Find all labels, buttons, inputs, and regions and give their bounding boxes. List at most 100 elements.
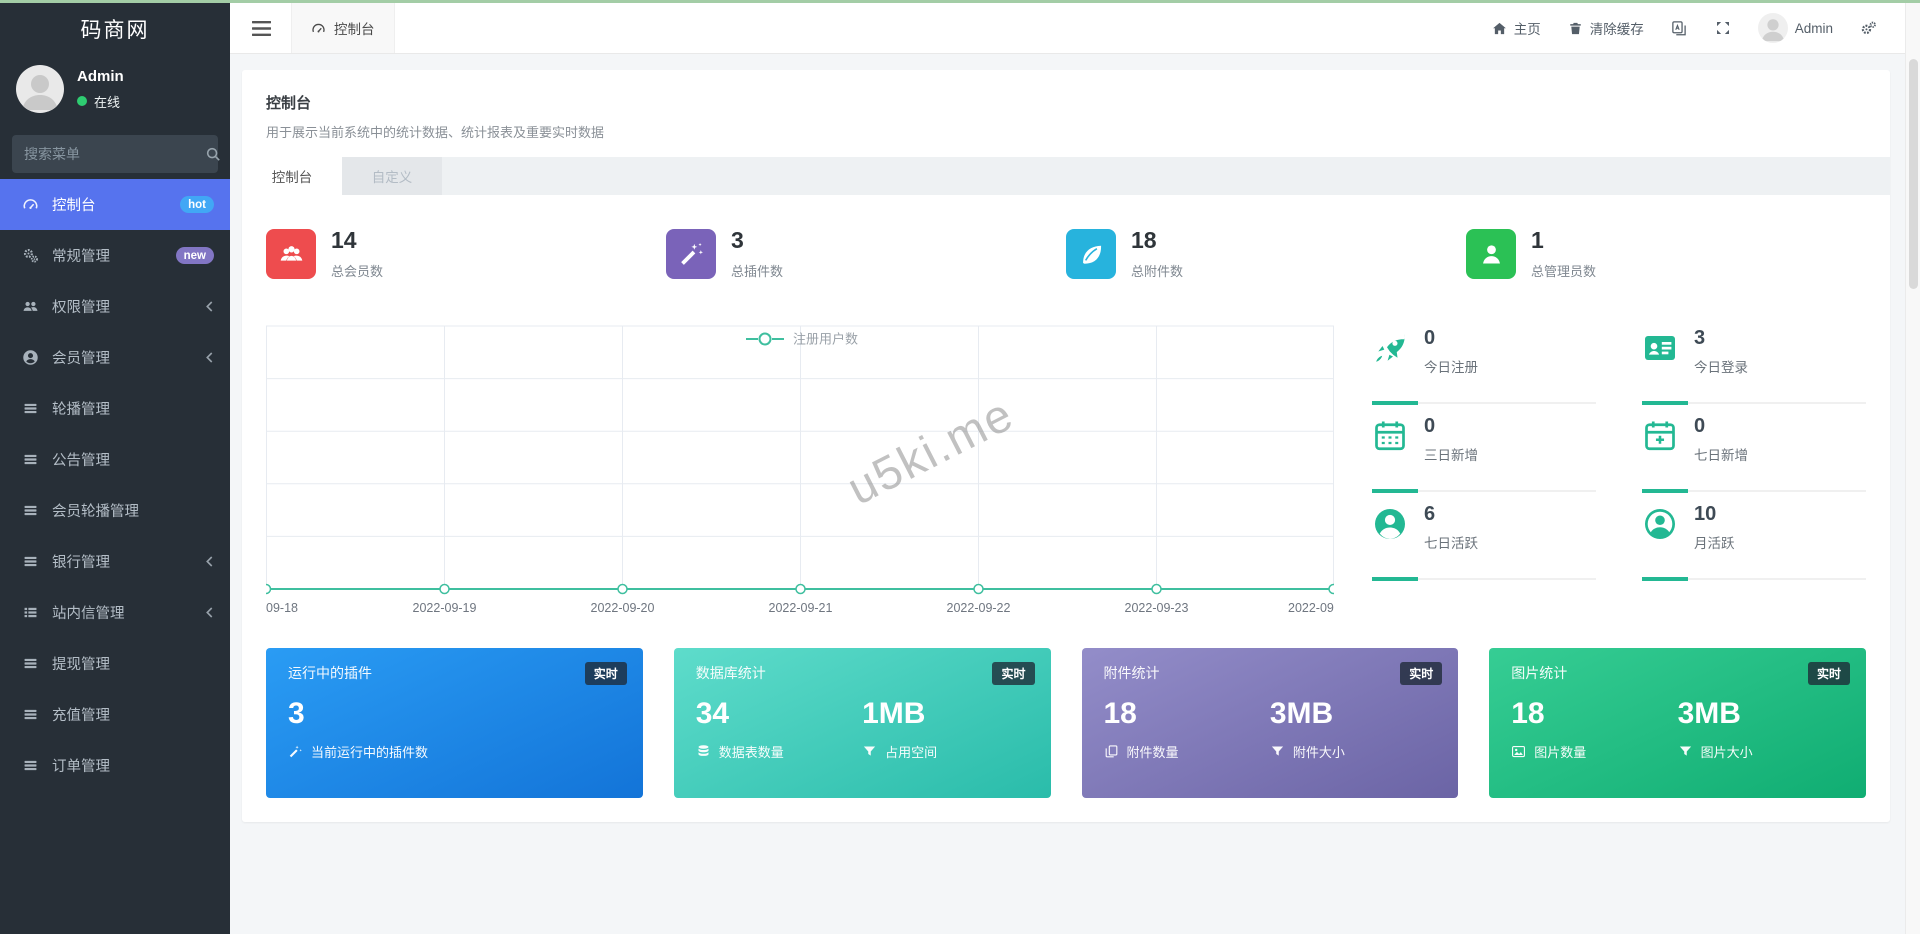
- clear-cache-button[interactable]: 清除缓存: [1568, 18, 1644, 38]
- scrollbar-track[interactable]: [1905, 3, 1920, 934]
- sidebar-user-name: Admin: [77, 67, 124, 85]
- group-icon: [266, 229, 316, 279]
- metric-label: 当前运行中的插件数: [311, 745, 429, 760]
- card-image-stats[interactable]: 图片统计 实时 18 图片数量 3MB 图片大小: [1489, 648, 1866, 798]
- topbar: 控制台 主页 清除缓存 Admin: [230, 3, 1905, 54]
- user-status-label: 在线: [94, 94, 121, 110]
- translate-icon[interactable]: [1671, 20, 1688, 37]
- sidebar-item-banks[interactable]: 银行管理: [0, 536, 230, 587]
- metric-label: 图片大小: [1700, 745, 1753, 760]
- svg-text:2022-09-23: 2022-09-23: [1125, 601, 1189, 615]
- sidebar-item-orders[interactable]: 订单管理: [0, 740, 230, 791]
- metric-value: 1MB: [862, 697, 926, 730]
- sidebar-item-dashboard[interactable]: 控制台 hot: [0, 179, 230, 230]
- topbar-actions: 主页 清除缓存 Admin: [1492, 13, 1905, 43]
- realtime-badge: 实时: [992, 662, 1035, 685]
- sidebar-item-label: 订单管理: [52, 759, 110, 775]
- sidebar-item-recharge[interactable]: 充值管理: [0, 689, 230, 740]
- sidebar-item-label: 提现管理: [52, 657, 110, 673]
- sidebar-item-withdrawals[interactable]: 提现管理: [0, 638, 230, 689]
- scrollbar-thumb[interactable]: [1909, 59, 1918, 289]
- person-icon: [1466, 229, 1516, 279]
- sidebar: 码商网 Admin 在线 控制台 hot 常规管理 new 权限: [0, 3, 230, 934]
- leaf-icon: [1066, 229, 1116, 279]
- quickstat-value: 3: [1694, 327, 1706, 349]
- sidebar-item-label: 公告管理: [52, 453, 110, 469]
- chevron-left-icon: [206, 556, 213, 567]
- stat-label: 总插件数: [731, 263, 784, 279]
- sidebar-user-panel: Admin 在线: [0, 55, 230, 121]
- stats-row: 14 总会员数 3 总插件数 18 总附件数 1 总管理员数: [266, 221, 1866, 287]
- quickstat-value: 6: [1424, 503, 1436, 525]
- sidebar-menu: 控制台 hot 常规管理 new 权限管理 会员管理 轮播管理 公告管理 会员轮…: [0, 179, 230, 791]
- quick-stats-grid: 0 今日注册 3 今日登录 0 三日新增 0 七日新增 6 七日活跃 10 月活…: [1372, 325, 1866, 622]
- filter-icon: [1679, 746, 1691, 756]
- search-icon[interactable]: [205, 146, 221, 162]
- tab-dashboard[interactable]: 控制台: [242, 157, 342, 195]
- topbar-user[interactable]: Admin: [1757, 13, 1833, 43]
- hamburger-menu-icon[interactable]: [252, 20, 271, 36]
- sidebar-item-label: 轮播管理: [52, 402, 110, 418]
- stat-total-plugins: 3 总插件数: [666, 228, 1066, 280]
- bars-icon: [24, 556, 37, 567]
- card-metric: 3MB 图片大小: [1678, 697, 1844, 761]
- sidebar-item-site-messages[interactable]: 站内信管理: [0, 587, 230, 638]
- search-input[interactable]: [24, 146, 205, 162]
- page-subtitle: 用于展示当前系统中的统计数据、统计报表及重要实时数据: [266, 125, 605, 140]
- realtime-badge: 实时: [1807, 662, 1850, 685]
- quickstat-value: 10: [1694, 503, 1717, 525]
- top-accent-bar: [0, 0, 1920, 3]
- metric-value: 3: [288, 697, 305, 730]
- metric-label: 数据表数量: [718, 745, 784, 760]
- settings-gears-icon[interactable]: [1860, 20, 1877, 37]
- user-circle-icon: [23, 350, 38, 365]
- quickstat-3day-new: 0 三日新增: [1372, 413, 1596, 501]
- topbar-tab-dashboard[interactable]: 控制台: [291, 3, 395, 53]
- sidebar-item-permissions[interactable]: 权限管理: [0, 281, 230, 332]
- sidebar-item-announcements[interactable]: 公告管理: [0, 434, 230, 485]
- quickstat-value: 0: [1694, 415, 1706, 437]
- line-chart: 注册用户数 09-18 2022-09-19 2022-09-20 2022-0…: [260, 325, 1339, 615]
- sidebar-item-general[interactable]: 常规管理 new: [0, 230, 230, 281]
- chart-legend[interactable]: 注册用户数: [746, 332, 858, 347]
- quickstat-value: 0: [1424, 415, 1436, 437]
- card-title: 数据库统计: [695, 665, 766, 681]
- sidebar-item-member-carousel[interactable]: 会员轮播管理: [0, 485, 230, 536]
- dashboard-panel: 控制台 用于展示当前系统中的统计数据、统计报表及重要实时数据 控制台 自定义 1…: [242, 70, 1890, 822]
- stat-value: 14: [331, 226, 357, 253]
- card-attachment-stats[interactable]: 附件统计 实时 18 附件数量 3MB 附件大小: [1081, 648, 1459, 798]
- svg-text:09-18: 09-18: [266, 601, 298, 615]
- chevron-left-icon: [206, 352, 213, 363]
- calendar-plus-icon: [1642, 418, 1678, 454]
- panel-header: 控制台 用于展示当前系统中的统计数据、统计报表及重要实时数据: [242, 70, 1890, 141]
- user-silhouette-icon: [22, 75, 58, 110]
- sidebar-item-carousel[interactable]: 轮播管理: [0, 383, 230, 434]
- card-running-plugins[interactable]: 运行中的插件 实时 3 当前运行中的插件数: [266, 648, 643, 798]
- metric-label: 附件数量: [1126, 745, 1179, 760]
- card-database-stats[interactable]: 数据库统计 实时 34 数据表数量 1MB 占用空间: [673, 648, 1051, 798]
- stat-value: 1: [1531, 226, 1544, 253]
- sidebar-item-members[interactable]: 会员管理: [0, 332, 230, 383]
- card-metric: 18 附件数量: [1104, 697, 1270, 761]
- divider: [1372, 577, 1596, 581]
- stat-label: 总附件数: [1131, 263, 1184, 279]
- home-icon: [1492, 22, 1506, 34]
- new-badge: new: [175, 247, 214, 264]
- home-link[interactable]: 主页: [1492, 18, 1541, 38]
- summary-cards: 运行中的插件 实时 3 当前运行中的插件数 数据库统计 实时 34 数据表数量 …: [266, 648, 1866, 798]
- bars-icon: [24, 760, 37, 771]
- chevron-left-icon: [206, 607, 213, 618]
- sidebar-item-label: 会员管理: [52, 351, 110, 367]
- tab-custom[interactable]: 自定义: [342, 157, 442, 195]
- clear-cache-label: 清除缓存: [1589, 22, 1644, 37]
- metric-label: 附件大小: [1292, 745, 1345, 760]
- hot-badge: hot: [180, 196, 214, 213]
- magic-wand-icon: [666, 229, 716, 279]
- quickstat-today-registered: 0 今日注册: [1372, 325, 1596, 413]
- quickstat-label: 七日新增: [1694, 448, 1748, 463]
- home-label: 主页: [1513, 22, 1541, 37]
- bars-icon: [24, 403, 37, 414]
- fullscreen-icon[interactable]: [1715, 20, 1731, 36]
- stat-value: 18: [1131, 226, 1157, 253]
- quickstat-label: 今日注册: [1424, 360, 1478, 375]
